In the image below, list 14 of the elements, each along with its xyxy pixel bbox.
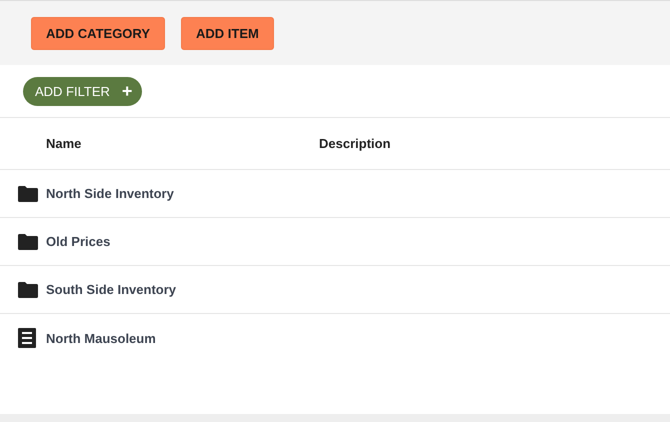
folder-icon	[18, 234, 38, 250]
document-icon	[18, 328, 36, 348]
column-header: Name	[46, 136, 82, 151]
add-item-button[interactable]: ADD ITEM	[181, 16, 274, 50]
plus-icon: +	[122, 82, 132, 100]
column-header: Description	[319, 136, 391, 151]
item-name[interactable]: North Mausoleum	[46, 330, 156, 346]
item-name[interactable]: North Side Inventory	[46, 186, 174, 201]
folder-icon	[18, 186, 38, 202]
add-filter-button[interactable]: ADD FILTER +	[23, 76, 142, 106]
item-name[interactable]: South Side Inventory	[46, 282, 176, 297]
add-category-button[interactable]: ADD CATEGORY	[31, 16, 165, 50]
item-name[interactable]: Old Prices	[46, 234, 110, 249]
folder-icon	[18, 282, 38, 298]
